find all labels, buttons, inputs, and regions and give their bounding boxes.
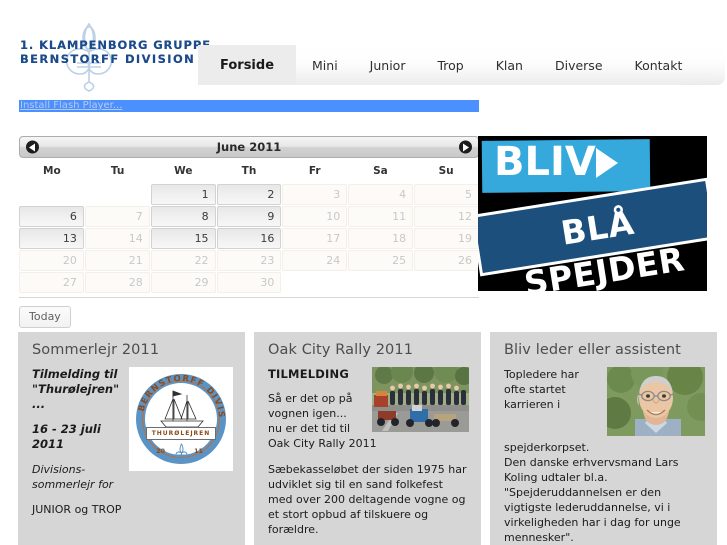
calendar-day-cell[interactable]: 23	[216, 250, 282, 271]
install-flash-player-link[interactable]: Install Flash Player...	[19, 100, 479, 112]
calendar-day-name: Tu	[110, 165, 125, 177]
calendar-cell-empty	[414, 272, 479, 293]
calendar-day-cell[interactable]: 22	[150, 250, 216, 271]
calendar-day-cell[interactable]: 20	[19, 250, 84, 271]
nav-item-kontakt[interactable]: Kontakt	[619, 45, 699, 85]
nav-item-klan[interactable]: Klan	[480, 45, 539, 85]
calendar-day-grid: 1 2 3 4 5 6 7 8 9 10 11 12 13 14 15 16 17 18 19 20 21 22 23 24 2…	[19, 184, 479, 293]
calendar-header: June 2011	[19, 136, 479, 158]
calendar-day-cell[interactable]: 24	[282, 250, 348, 271]
nav-item-junior[interactable]: Junior	[354, 45, 422, 85]
calendar-day-cell[interactable]: 16	[216, 228, 282, 249]
calendar-cell-empty	[19, 184, 84, 205]
card-title: Bliv leder eller assistent	[504, 342, 681, 358]
calendar-day-cell[interactable]: 7	[84, 206, 150, 227]
calendar-day-cell[interactable]: 30	[216, 272, 282, 293]
logo-line-1: 1. KLAMPENBORG GRUPPE	[20, 38, 211, 52]
nav-item-label: Trop	[437, 57, 464, 73]
card-oak-city-rally[interactable]: Oak City Rally 2011 TILMELDING Så er det…	[254, 332, 481, 545]
calendar-day-cell[interactable]: 3	[282, 184, 348, 205]
badge-fleur-icon	[175, 443, 188, 460]
badge-banner-label: THURØLEJREN	[146, 427, 216, 440]
nav-item-diverse[interactable]: Diverse	[539, 45, 619, 85]
site-header: 1. KLAMPENBORG GRUPPE BERNSTORFF DIVISIO…	[0, 0, 727, 100]
calendar-day-cell[interactable]: 28	[84, 272, 150, 293]
thurolejren-badge-image: BERNSTORFF DIVISION THURØLEJ	[129, 367, 233, 471]
lars-koling-portrait-photo	[607, 367, 705, 436]
calendar-day-cell[interactable]: 2	[216, 184, 282, 205]
calendar-day-cell[interactable]: 10	[282, 206, 348, 227]
calendar-day-cell[interactable]: 9	[216, 206, 282, 227]
calendar-day-cell[interactable]: 25	[348, 250, 414, 271]
calendar-day-cell[interactable]: 17	[282, 228, 348, 249]
bliv-blaa-spejder-banner[interactable]: BLIV BLÅ SPEJDER	[478, 136, 707, 291]
chevron-right-icon	[596, 148, 618, 178]
nav-item-label: Klan	[495, 57, 523, 73]
nav-item-trop[interactable]: Trop	[421, 45, 479, 85]
card-sommerlejr[interactable]: Sommerlejr 2011 BERNSTORFF DIVISION	[18, 332, 245, 545]
flash-player-notice-bar: Install Flash Player...	[19, 100, 479, 112]
calendar-day-cell[interactable]: 15	[150, 228, 216, 249]
nav-item-mini[interactable]: Mini	[296, 45, 354, 85]
calendar-cell-empty	[282, 272, 347, 293]
calendar-day-name: Fr	[308, 165, 321, 177]
calendar-day-cell[interactable]: 27	[19, 272, 84, 293]
calendar-day-cell[interactable]: 18	[348, 228, 414, 249]
soapbox-rally-photo	[372, 367, 469, 432]
site-logo[interactable]: 1. KLAMPENBORG GRUPPE BERNSTORFF DIVISIO…	[14, 18, 210, 93]
calendar-month-title: June 2011	[216, 140, 282, 154]
nav-item-label: Mini	[312, 57, 338, 73]
calendar-cell-empty	[85, 184, 150, 205]
calendar-day-cell[interactable]: 29	[150, 272, 216, 293]
calendar-day-cell[interactable]: 12	[414, 206, 479, 227]
nav-item-label: Kontakt	[634, 57, 683, 73]
calendar-day-name: We	[174, 165, 193, 177]
calendar-day-cell[interactable]: 14	[84, 228, 150, 249]
main-navigation: Forside Mini Junior Trop Klan Diverse Kontakt	[198, 45, 725, 85]
content-card-row: Sommerlejr 2011 BERNSTORFF DIVISION	[18, 332, 718, 545]
calendar-day-name: Sa	[373, 165, 388, 177]
calendar-day-name: Th	[241, 165, 257, 177]
calendar-divider	[19, 297, 479, 298]
card-bliv-leder[interactable]: Bliv leder eller assistent Topledere har…	[490, 332, 717, 545]
card-paragraph: JUNIOR og TROP	[32, 503, 122, 516]
calendar-next-month-icon[interactable]	[459, 140, 472, 154]
calendar-prev-month-icon[interactable]	[26, 140, 39, 154]
calendar-day-cell[interactable]: 8	[150, 206, 216, 227]
nav-item-label: Junior	[369, 57, 406, 73]
calendar-day-cell[interactable]: 5	[414, 184, 479, 205]
calendar-day-name: Mo	[43, 165, 61, 177]
logo-line-2: BERNSTORFF DIVISION	[20, 52, 196, 66]
calendar-today-button[interactable]: Today	[19, 306, 71, 328]
logo-wordmark: 1. KLAMPENBORG GRUPPE BERNSTORFF DIVISIO…	[20, 38, 211, 66]
card-title: Oak City Rally 2011	[268, 342, 414, 358]
calendar-day-cell[interactable]: 4	[348, 184, 414, 205]
calendar-day-cell[interactable]: 6	[19, 206, 84, 227]
calendar-day-cell[interactable]: 11	[348, 206, 414, 227]
nav-item-label: Forside	[220, 57, 275, 73]
page-body: Install Flash Player... June 2011 Mo Tu We…	[0, 100, 727, 545]
events-calendar: June 2011 Mo Tu We Th Fr Sa Su 1 2 3 4 5 6 7 8 9 10 11 12…	[19, 136, 479, 328]
calendar-day-cell[interactable]: 19	[414, 228, 479, 249]
calendar-day-cell[interactable]: 13	[19, 228, 84, 249]
calendar-day-name: Su	[438, 165, 454, 177]
calendar-day-cell[interactable]: 21	[84, 250, 150, 271]
badge-year-right: 11	[194, 447, 204, 455]
banner-line-1: BLIV	[494, 139, 596, 185]
nav-item-forside[interactable]: Forside	[198, 45, 297, 85]
nav-item-label: Diverse	[554, 57, 603, 73]
calendar-day-cell[interactable]: 26	[414, 250, 479, 271]
card-title: Sommerlejr 2011	[32, 342, 160, 358]
calendar-day-names: Mo Tu We Th Fr Sa Su	[19, 158, 479, 184]
calendar-day-cell[interactable]: 1	[150, 184, 216, 205]
card-paragraph: spejderkorpset. Den danske erhvervsmand …	[504, 441, 681, 544]
badge-year-left: 20	[156, 447, 166, 455]
card-paragraph: Sæbekasseløbet der siden 1975 har udvikl…	[268, 463, 467, 536]
calendar-cell-empty	[348, 272, 413, 293]
